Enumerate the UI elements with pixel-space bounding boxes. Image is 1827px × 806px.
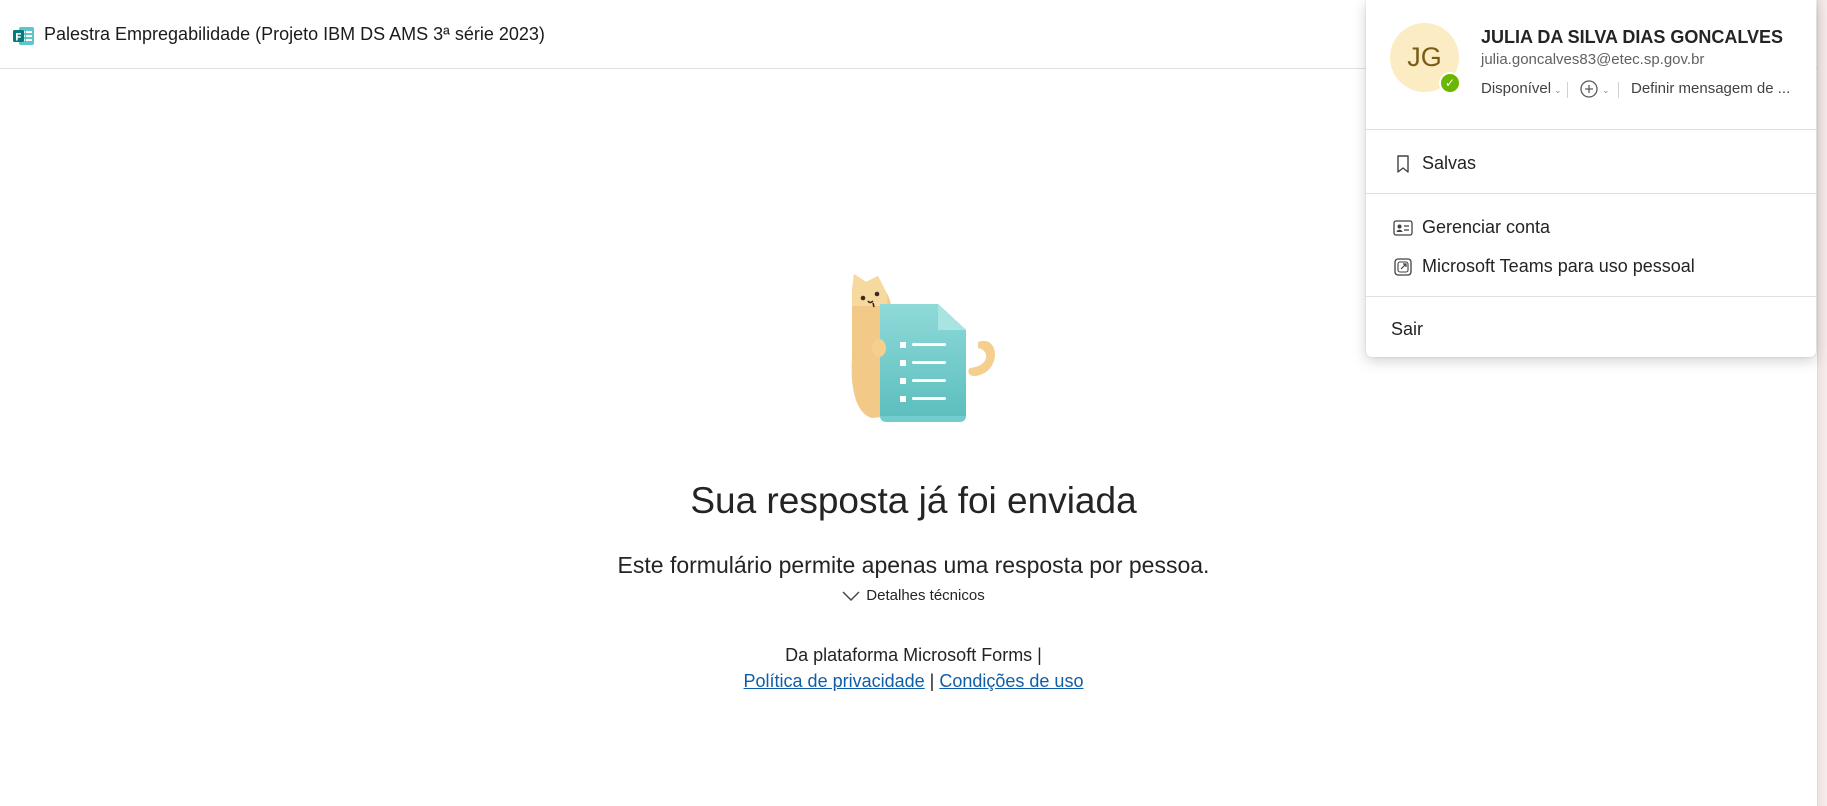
- presence-status-dropdown[interactable]: Disponível ⌄: [1481, 80, 1562, 97]
- saved-label: Salvas: [1422, 153, 1477, 173]
- chevron-down-icon: [842, 591, 860, 602]
- location-dropdown[interactable]: ⌄: [1579, 79, 1610, 99]
- legal-links: Política de privacidade | Condições de u…: [0, 671, 1827, 692]
- menu-divider: [1366, 129, 1816, 130]
- terms-of-use-link[interactable]: Condições de uso: [939, 671, 1083, 691]
- bookmark-icon: [1397, 155, 1409, 173]
- menu-divider: [1366, 193, 1816, 194]
- location-add-icon: [1580, 80, 1598, 98]
- contact-card-icon: [1393, 220, 1413, 236]
- presence-available-icon: ✓: [1439, 72, 1461, 94]
- teams-personal-menu-item[interactable]: Microsoft Teams para uso pessoal: [1366, 247, 1816, 285]
- saved-menu-item[interactable]: Salvas: [1366, 144, 1816, 182]
- account-menu-popup: JG ✓ JULIA DA SILVA DIAS GONCALVES julia…: [1366, 0, 1816, 357]
- link-separator: |: [929, 671, 935, 691]
- status-divider: [1618, 82, 1619, 98]
- status-divider: [1567, 82, 1568, 98]
- single-response-message: Este formulário permite apenas uma respo…: [617, 552, 1210, 578]
- platform-footer: Da plataforma Microsoft Forms |: [785, 645, 1042, 665]
- technical-details-label: Detalhes técnicos: [866, 587, 985, 604]
- response-submitted-title: Sua resposta já foi enviada: [690, 480, 1137, 521]
- cat-with-form-document-illustration: [851, 274, 995, 422]
- manage-account-label: Gerenciar conta: [1422, 217, 1551, 237]
- chevron-down-icon: ⌄: [1602, 84, 1610, 95]
- form-title: Palestra Empregabilidade (Projeto IBM DS…: [44, 24, 545, 44]
- microsoft-forms-icon: [13, 27, 34, 45]
- manage-account-menu-item[interactable]: Gerenciar conta: [1366, 208, 1816, 246]
- technical-details-toggle[interactable]: Detalhes técnicos: [0, 587, 1827, 604]
- teams-personal-label: Microsoft Teams para uso pessoal: [1422, 256, 1695, 276]
- presence-status-label: Disponível: [1481, 80, 1552, 97]
- sign-out-menu-item[interactable]: Sair: [1366, 310, 1816, 348]
- privacy-policy-link[interactable]: Política de privacidade: [744, 671, 925, 691]
- open-external-icon: [1394, 258, 1412, 276]
- chevron-down-icon: ⌄: [1554, 85, 1562, 95]
- menu-divider: [1366, 296, 1816, 297]
- user-name: JULIA DA SILVA DIAS GONCALVES: [1481, 27, 1784, 47]
- set-status-message-button[interactable]: Definir mensagem de ...: [1631, 80, 1790, 97]
- sign-out-label: Sair: [1391, 319, 1424, 339]
- user-email: julia.goncalves83@etec.sp.gov.br: [1481, 51, 1705, 68]
